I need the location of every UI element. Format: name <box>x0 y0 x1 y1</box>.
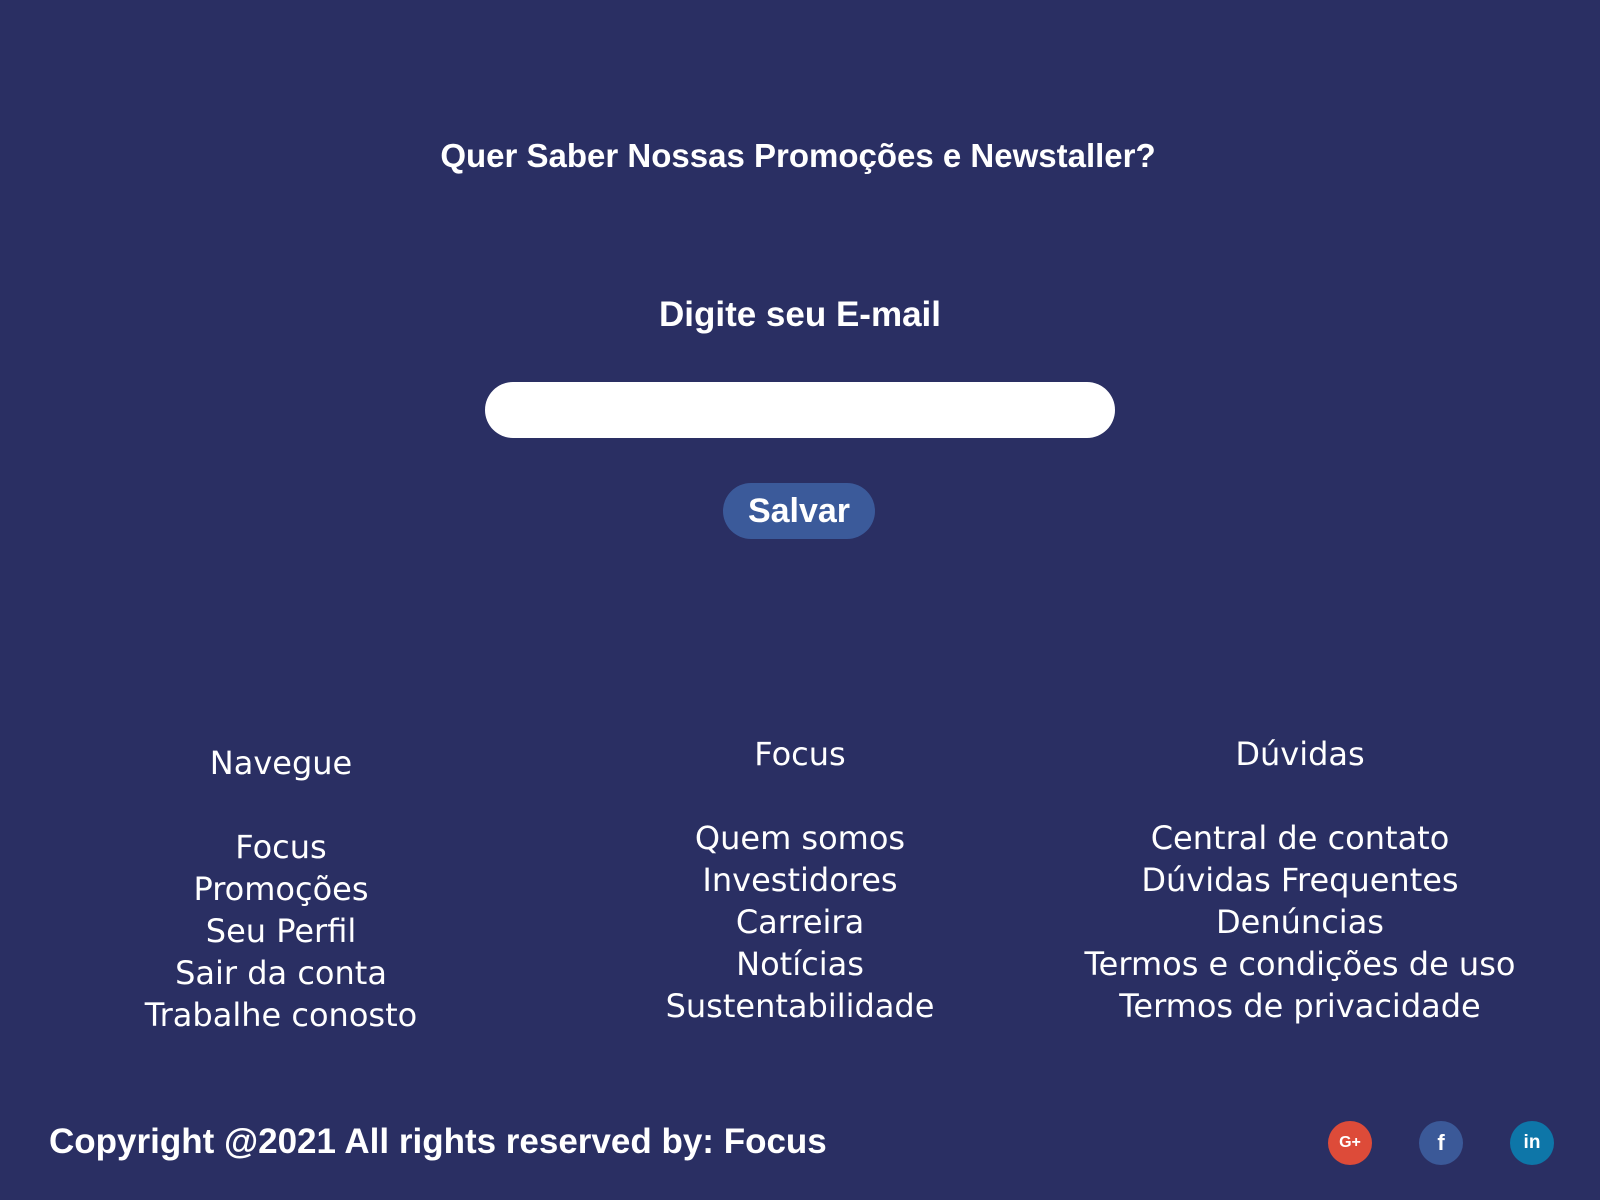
email-input[interactable] <box>485 382 1115 438</box>
footer-link-noticias[interactable]: Notícias <box>736 945 864 983</box>
footer-link-termos-de-uso[interactable]: Termos e condições de uso <box>1085 945 1516 983</box>
footer-link-sustentabilidade[interactable]: Sustentabilidade <box>666 987 935 1025</box>
footer-heading-navegue: Navegue <box>209 744 353 782</box>
footer-column-focus: Focus Quem somos Investidores Carreira N… <box>600 733 1000 1027</box>
google-plus-glyph: G+ <box>1339 1134 1361 1151</box>
footer-link-investidores[interactable]: Investidores <box>702 861 897 899</box>
footer-links-navegue: Focus Promoções Seu Perfil Sair da conta… <box>96 826 466 1036</box>
save-button[interactable]: Salvar <box>723 483 875 539</box>
newsletter-title: Quer Saber Nossas Promoções e Newstaller… <box>440 137 1156 174</box>
footer-link-duvidas-frequentes[interactable]: Dúvidas Frequentes <box>1141 861 1458 899</box>
footer-column-duvidas: Dúvidas Central de contato Dúvidas Frequ… <box>1040 733 1560 1027</box>
footer-link-carreira[interactable]: Carreira <box>736 903 864 941</box>
footer-links-focus: Quem somos Investidores Carreira Notícia… <box>600 817 1000 1027</box>
google-plus-icon[interactable]: G+ <box>1328 1121 1372 1165</box>
linkedin-glyph: in <box>1523 1132 1541 1153</box>
footer-link-promocoes[interactable]: Promoções <box>193 870 368 908</box>
facebook-glyph: f <box>1437 1130 1445 1155</box>
footer-link-quem-somos[interactable]: Quem somos <box>695 819 905 857</box>
footer-link-seu-perfil[interactable]: Seu Perfil <box>206 912 357 950</box>
footer-link-termos-de-privacidade[interactable]: Termos de privacidade <box>1119 987 1480 1025</box>
linkedin-icon[interactable]: in <box>1510 1121 1554 1165</box>
footer-link-denuncias[interactable]: Denúncias <box>1216 903 1384 941</box>
facebook-icon[interactable]: f <box>1419 1121 1463 1165</box>
footer-link-focus[interactable]: Focus <box>235 828 326 866</box>
copyright-text: Copyright @2021 All rights reserved by: … <box>49 1122 827 1161</box>
email-label: Digite seu E-mail <box>658 295 942 334</box>
footer-heading-focus: Focus <box>754 735 846 773</box>
footer-link-trabalhe-conosco[interactable]: Trabalhe conosto <box>145 996 417 1034</box>
footer-heading-duvidas: Dúvidas <box>1235 735 1365 773</box>
footer-links-duvidas: Central de contato Dúvidas Frequentes De… <box>1040 817 1560 1027</box>
footer-link-sair-da-conta[interactable]: Sair da conta <box>175 954 387 992</box>
footer-column-navegue: Navegue Focus Promoções Seu Perfil Sair … <box>96 742 466 1036</box>
footer-link-central-de-contato[interactable]: Central de contato <box>1151 819 1450 857</box>
